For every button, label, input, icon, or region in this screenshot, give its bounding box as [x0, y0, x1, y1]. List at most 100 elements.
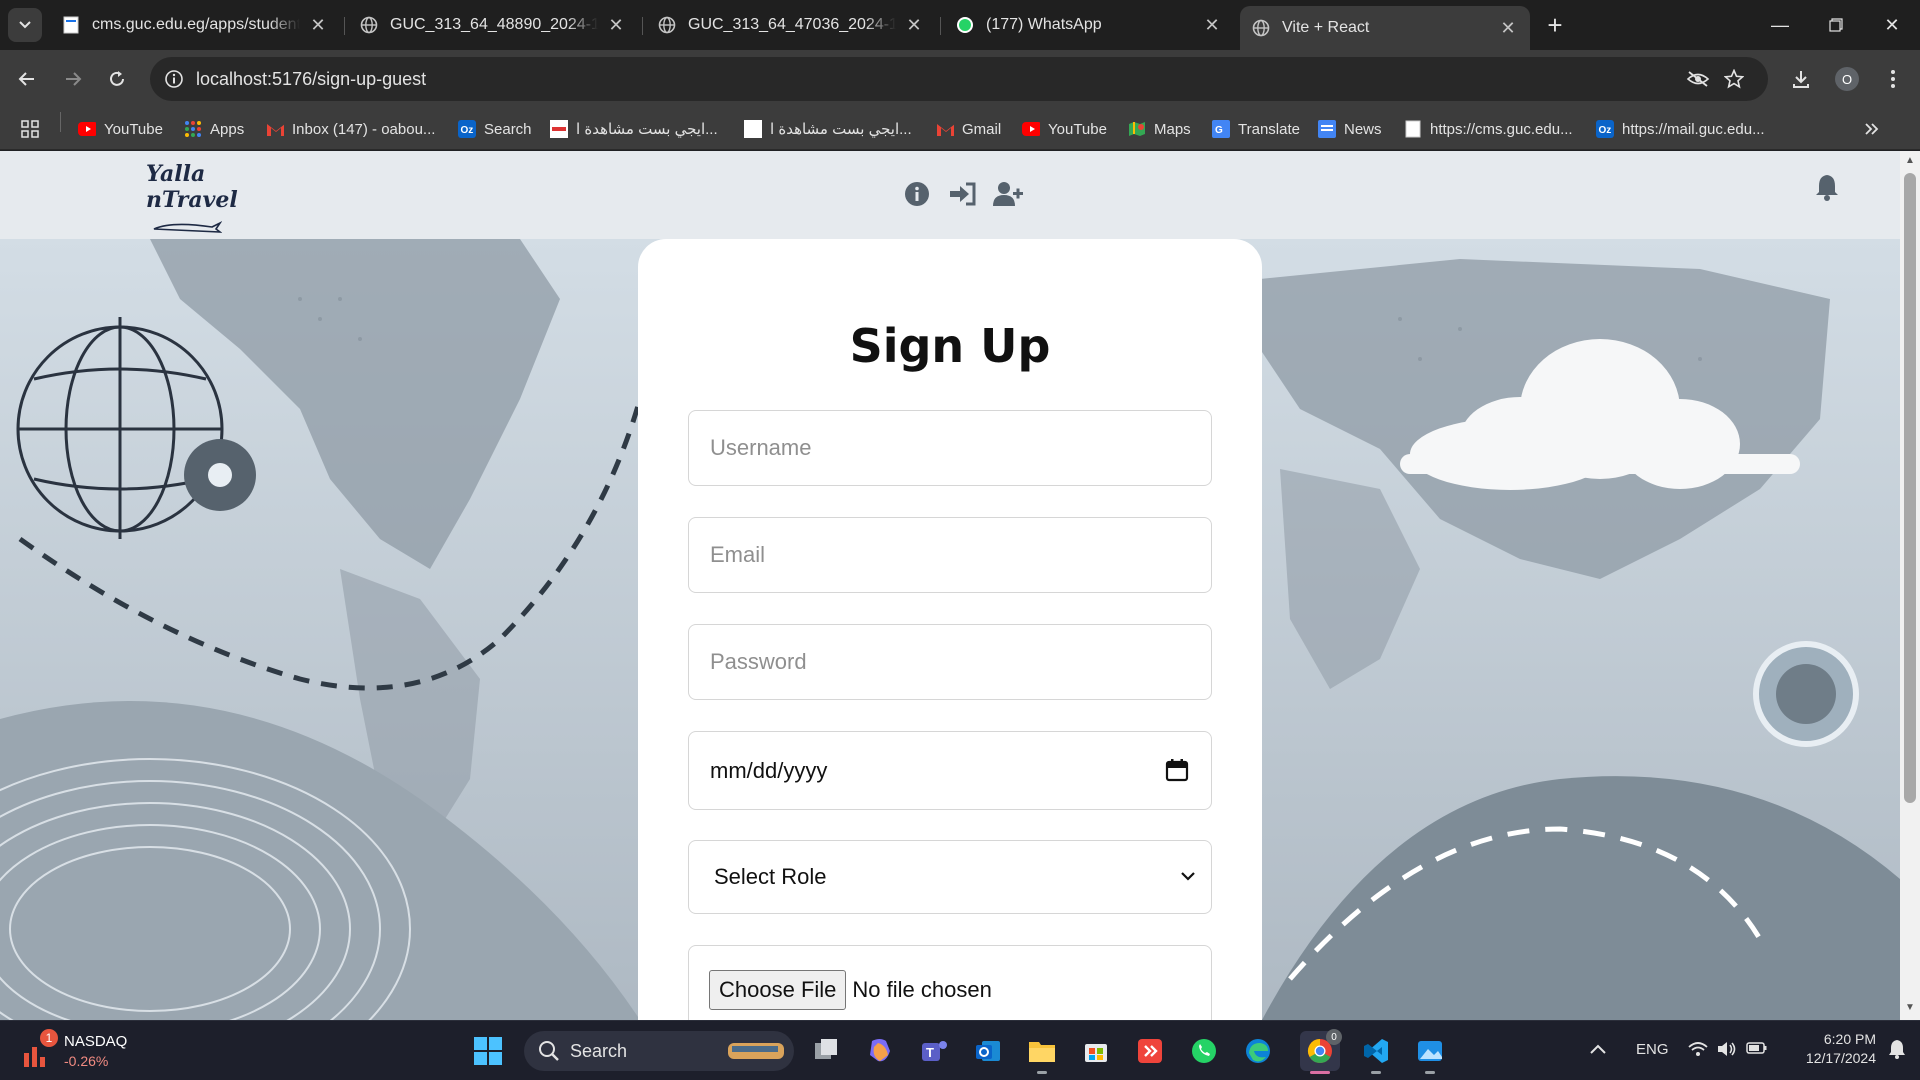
bookmark-label: Gmail — [962, 120, 1002, 138]
calendar-icon[interactable] — [1165, 758, 1189, 782]
tab-guc-47036[interactable]: GUC_313_64_47036_2024-11-0 ✕ — [646, 8, 936, 42]
photos-icon[interactable] — [1410, 1031, 1450, 1074]
bookmarks-bar: YouTube Apps Inbox (147) - oabou... Oz S… — [0, 108, 1920, 150]
tab-guc-48890[interactable]: GUC_313_64_48890_2024-11-2 ✕ — [348, 8, 638, 42]
bookmark-youtube-2[interactable]: YouTube — [1022, 117, 1107, 141]
microsoft-store-icon[interactable] — [1076, 1031, 1116, 1071]
plane-icon — [153, 221, 222, 233]
password-input[interactable] — [710, 649, 1211, 675]
bookmark-label: YouTube — [1048, 120, 1107, 138]
profile-avatar[interactable]: O — [1830, 62, 1864, 96]
username-field[interactable] — [688, 410, 1212, 486]
outlook-app-icon[interactable] — [968, 1031, 1008, 1071]
choose-file-button[interactable]: Choose File — [709, 970, 847, 1010]
bookmark-cms[interactable]: https://cms.guc.edu... — [1404, 117, 1573, 141]
taskbar-search[interactable]: Search — [524, 1031, 794, 1071]
close-icon[interactable]: ✕ — [606, 15, 626, 35]
download-icon[interactable] — [1784, 62, 1818, 96]
close-icon[interactable]: ✕ — [904, 15, 924, 35]
back-button[interactable] — [10, 62, 44, 96]
wifi-icon[interactable] — [1688, 1041, 1708, 1061]
menu-kebab-icon[interactable] — [1876, 62, 1910, 96]
forward-button[interactable] — [56, 62, 90, 96]
teams-icon[interactable]: T — [914, 1031, 954, 1071]
chrome-badge: 0 — [1326, 1029, 1342, 1045]
bookmark-label: News — [1344, 120, 1382, 138]
eye-off-icon[interactable] — [1686, 67, 1710, 91]
bookmark-news[interactable]: News — [1318, 117, 1382, 141]
minimize-icon[interactable]: — — [1752, 0, 1808, 50]
copilot-icon[interactable] — [860, 1031, 900, 1071]
date-field[interactable]: mm/dd/yyyy — [688, 731, 1212, 810]
clock-time: 6:20 PM — [1823, 1031, 1876, 1047]
bookmark-label: ايجي بست مشاهدة ا... — [770, 121, 912, 138]
bookmark-translate[interactable]: G Translate — [1212, 117, 1300, 141]
close-window-icon[interactable]: ✕ — [1864, 0, 1920, 50]
tab-whatsapp[interactable]: (177) WhatsApp ✕ — [944, 8, 1234, 42]
user-plus-icon[interactable] — [992, 178, 1024, 210]
password-field[interactable] — [688, 624, 1212, 700]
address-bar[interactable]: localhost:5176/sign-up-guest — [150, 57, 1768, 101]
bookmark-inbox[interactable]: Inbox (147) - oabou... — [266, 117, 435, 141]
chevron-down-icon — [1181, 872, 1195, 881]
bookmark-apps[interactable]: Apps — [184, 117, 244, 141]
arrow-left-icon — [18, 72, 34, 86]
anydesk-icon[interactable] — [1130, 1031, 1170, 1071]
bookmark-egybest-1[interactable]: ايجي بست مشاهدة ا... — [550, 117, 718, 141]
email-input[interactable] — [710, 542, 1211, 568]
more-bookmarks-icon[interactable] — [1864, 117, 1880, 141]
site-info-icon[interactable] — [162, 67, 186, 91]
stock-widget[interactable]: 1 NASDAQ -0.26% — [22, 1029, 162, 1073]
widget-value: -0.26% — [64, 1053, 109, 1069]
scrollbar-thumb[interactable] — [1904, 173, 1916, 803]
running-indicator — [1371, 1071, 1381, 1074]
vscode-icon[interactable] — [1356, 1031, 1396, 1074]
tab-vite-react[interactable]: Vite + React ✕ — [1240, 6, 1530, 50]
bookmark-label: ايجي بست مشاهدة ا... — [576, 121, 718, 138]
scroll-up-icon[interactable]: ▲ — [1905, 155, 1915, 166]
bookmark-maps[interactable]: Maps — [1128, 117, 1191, 141]
bookmark-mail[interactable]: Oz https://mail.guc.edu... — [1596, 117, 1765, 141]
tab-separator — [940, 17, 941, 35]
notifications-icon[interactable] — [1888, 1039, 1906, 1063]
signup-card: Sign Up mm/dd/yyyy Select Role Choose Fi… — [638, 239, 1262, 1020]
task-view-icon[interactable] — [806, 1031, 846, 1071]
close-icon[interactable]: ✕ — [1202, 15, 1222, 35]
profile-initial: O — [1835, 67, 1859, 91]
maps-icon — [1128, 120, 1146, 138]
restore-icon[interactable] — [1808, 0, 1864, 50]
page-scrollbar[interactable]: ▲ ▼ — [1900, 151, 1920, 1020]
yalla-ntravel-logo[interactable]: Yalla nTravel — [146, 161, 238, 233]
username-input[interactable] — [710, 435, 1211, 461]
tab-search-button[interactable] — [8, 8, 42, 42]
browser-toolbar: localhost:5176/sign-up-guest O — [0, 50, 1920, 108]
info-icon[interactable] — [901, 178, 933, 210]
new-tab-button[interactable]: + — [1540, 10, 1570, 40]
email-field[interactable] — [688, 517, 1212, 593]
file-upload-field: Choose File No file chosen — [688, 945, 1212, 1020]
reload-button[interactable] — [100, 62, 134, 96]
close-icon[interactable]: ✕ — [1498, 18, 1518, 38]
whatsapp-app-icon[interactable] — [1184, 1031, 1224, 1071]
star-icon[interactable] — [1722, 67, 1746, 91]
bookmark-gmail[interactable]: Gmail — [936, 117, 1001, 141]
show-hidden-icons[interactable] — [1590, 1041, 1606, 1058]
start-button[interactable] — [468, 1031, 508, 1071]
scroll-down-icon[interactable]: ▼ — [1905, 1002, 1915, 1013]
file-explorer-icon[interactable] — [1022, 1031, 1062, 1074]
apps-launcher-icon[interactable] — [20, 117, 40, 141]
tab-cms[interactable]: cms.guc.edu.eg/apps/student/C ✕ — [50, 8, 340, 42]
bookmark-youtube[interactable]: YouTube — [78, 117, 163, 141]
sign-in-icon[interactable] — [946, 178, 978, 210]
close-icon[interactable]: ✕ — [308, 15, 328, 35]
bell-icon[interactable] — [1811, 171, 1843, 203]
language-indicator[interactable]: ENG — [1636, 1041, 1669, 1058]
chrome-icon[interactable]: 0 — [1300, 1029, 1342, 1074]
bookmark-egybest-2[interactable]: ايجي بست مشاهدة ا... — [744, 117, 912, 141]
volume-icon[interactable] — [1716, 1040, 1738, 1062]
role-select[interactable]: Select Role — [688, 840, 1212, 914]
clock[interactable]: 6:20 PM 12/17/2024 — [1800, 1031, 1876, 1066]
battery-icon[interactable] — [1746, 1041, 1768, 1059]
bookmark-search[interactable]: Oz Search — [458, 117, 532, 141]
edge-icon[interactable] — [1238, 1031, 1278, 1071]
